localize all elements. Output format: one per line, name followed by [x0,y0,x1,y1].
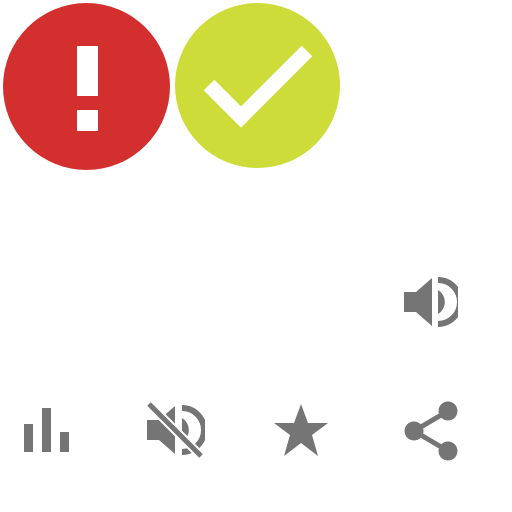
volume-up-icon[interactable] [400,274,458,330]
checkmark-icon [175,3,340,168]
star-icon[interactable] [272,402,330,458]
error-icon [3,3,170,170]
bar-chart-icon[interactable] [22,404,72,454]
share-icon[interactable] [402,400,460,462]
volume-off-icon[interactable] [143,402,205,458]
icon-sheet [0,0,512,512]
